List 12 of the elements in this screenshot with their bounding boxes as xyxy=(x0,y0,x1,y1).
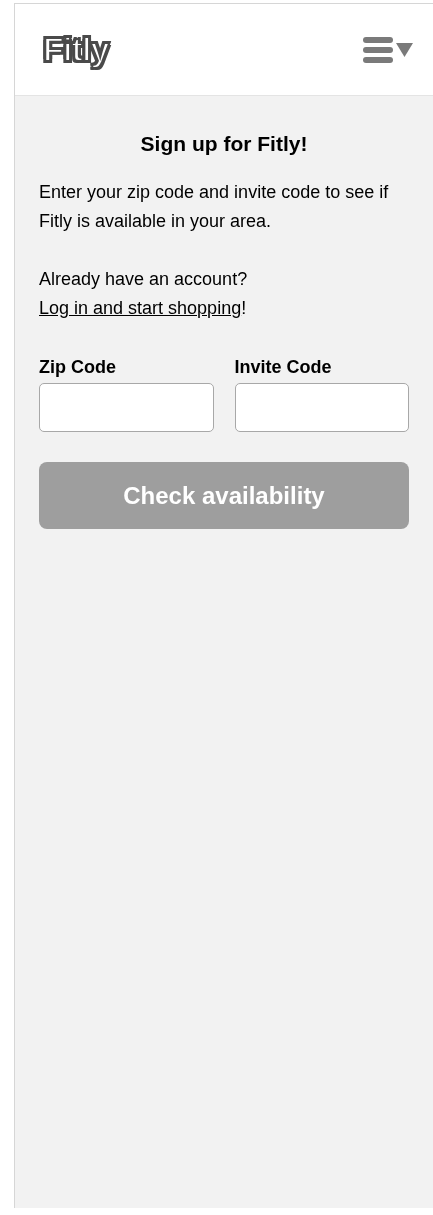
page-title: Sign up for Fitly! xyxy=(139,131,309,157)
caret-down-icon xyxy=(396,42,413,57)
login-prompt: Already have an account? Log in and start shopping! xyxy=(39,268,249,320)
login-link[interactable]: Log in and start shopping xyxy=(39,298,242,318)
field-label: Invite Code xyxy=(234,356,333,378)
logo[interactable]: Fitly xyxy=(43,24,109,75)
menu-button[interactable] xyxy=(363,36,413,63)
input-field[interactable] xyxy=(234,383,409,432)
menu-icon xyxy=(363,36,393,63)
field-label: Zip Code xyxy=(39,356,117,378)
intro-text: Enter your zip code and invite code to see if Fitly is available in your area. xyxy=(39,181,390,233)
input-field[interactable] xyxy=(39,383,214,432)
